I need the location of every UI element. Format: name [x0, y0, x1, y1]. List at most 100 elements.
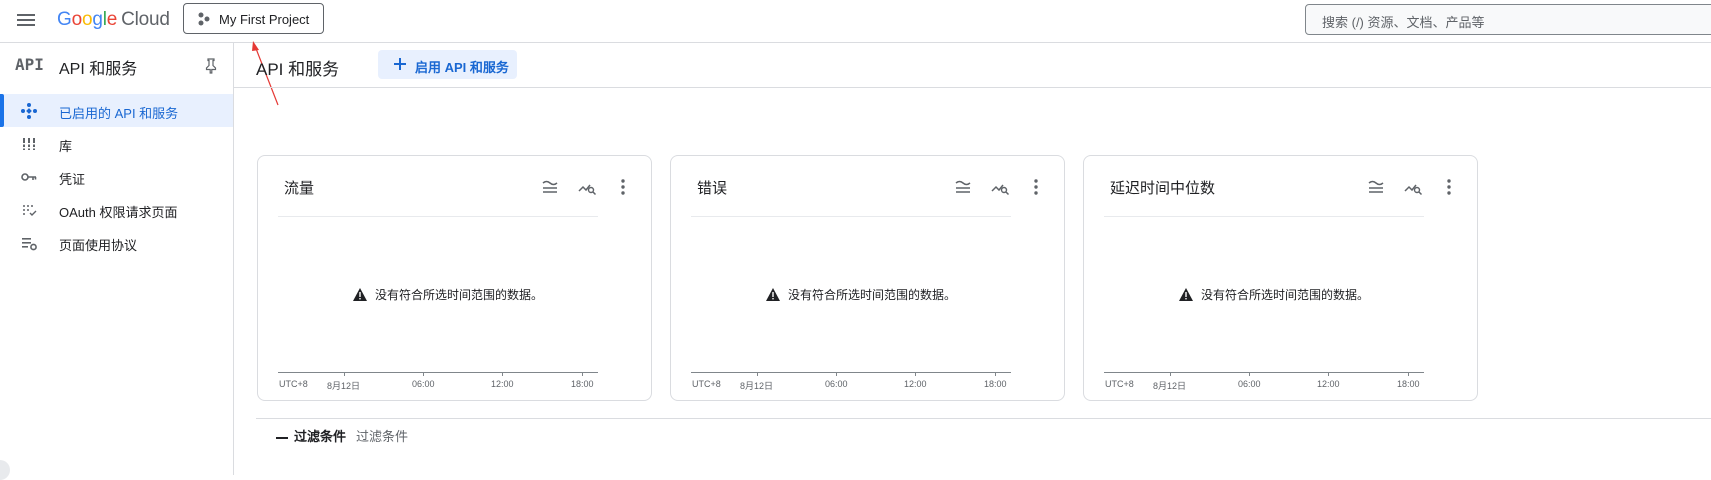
logo-letter: o	[71, 9, 83, 30]
header-divider	[234, 87, 1711, 88]
key-icon	[21, 173, 37, 181]
sidebar-item-label: 凭证	[59, 172, 86, 187]
pin-icon[interactable]	[204, 58, 218, 74]
axis-tick-label: 18:00	[1397, 379, 1420, 389]
sidebar-item-enabled-apis[interactable]: 已启用的 API 和服务	[0, 94, 233, 127]
google-cloud-logo[interactable]: Google Cloud	[57, 9, 170, 31]
axis-timezone-label: UTC+8	[692, 379, 721, 389]
logo-letter: e	[106, 9, 118, 30]
chart-x-axis	[1104, 372, 1424, 373]
explore-chart-icon[interactable]	[1403, 177, 1423, 197]
filter-input[interactable]: 过滤条件	[356, 429, 408, 444]
sidebar-item-library[interactable]: 库	[0, 127, 233, 160]
library-icon	[22, 138, 36, 150]
sidebar-item-credentials[interactable]: 凭证	[0, 160, 233, 193]
axis-timezone-label: UTC+8	[279, 379, 308, 389]
errors-card: 错误 没有符合所选时间范围的数据。 UTC+8 8月12日 06:00 12:0…	[670, 155, 1065, 401]
api-diamond-icon	[21, 103, 37, 119]
axis-tick-label: 06:00	[825, 379, 848, 389]
card-divider	[1104, 216, 1424, 217]
axis-tick	[1328, 372, 1329, 376]
axis-tick-label: 06:00	[412, 379, 435, 389]
table-divider	[256, 418, 1711, 419]
traffic-card: 流量 没有符合所选时间范围的数据。 UTC+8 8月12日 06:00 12:0…	[257, 155, 652, 401]
axis-tick	[1408, 372, 1409, 376]
legend-icon[interactable]	[1366, 177, 1386, 197]
no-data-message: 没有符合所选时间范围的数据。	[1104, 286, 1444, 303]
axis-tick-label: 8月12日	[327, 381, 361, 391]
project-name: My First Project	[219, 12, 310, 27]
no-data-text: 没有符合所选时间范围的数据。	[1200, 288, 1369, 302]
warning-icon	[1178, 288, 1193, 301]
filter-icon	[276, 436, 288, 439]
card-title: 错误	[697, 180, 728, 197]
axis-tick-label: 18:00	[984, 379, 1007, 389]
enable-apis-button[interactable]: 启用 API 和服务	[378, 50, 517, 79]
axis-tick	[1170, 372, 1171, 376]
chart-x-axis	[278, 372, 598, 373]
sidebar: API API 和服务 已启用的 API 和服务 库 凭证 OAuth 权限请求…	[0, 43, 234, 475]
axis-timezone-label: UTC+8	[1105, 379, 1134, 389]
explore-chart-icon[interactable]	[990, 177, 1010, 197]
axis-tick	[995, 372, 996, 376]
filter-bar[interactable]: 过滤条件 过滤条件	[276, 426, 408, 445]
axis-tick-label: 12:00	[904, 379, 927, 389]
axis-tick	[423, 372, 424, 376]
more-vert-icon[interactable]	[1439, 177, 1459, 197]
no-data-message: 没有符合所选时间范围的数据。	[278, 286, 618, 303]
axis-tick	[915, 372, 916, 376]
project-picker-button[interactable]: My First Project	[183, 3, 324, 34]
sidebar-title: API 和服务	[59, 61, 138, 78]
median-latency-card: 延迟时间中位数 没有符合所选时间范围的数据。 UTC+8 8月12日 06:00…	[1083, 155, 1478, 401]
warning-icon	[765, 288, 780, 301]
logo-letter: g	[92, 9, 103, 30]
axis-tick-label: 18:00	[571, 379, 594, 389]
explore-chart-icon[interactable]	[577, 177, 597, 197]
warning-icon	[352, 288, 367, 301]
no-data-message: 没有符合所选时间范围的数据。	[691, 286, 1031, 303]
logo-product: Cloud	[121, 9, 170, 30]
axis-tick	[582, 372, 583, 376]
page-title: API 和服务	[256, 60, 340, 79]
oauth-consent-icon	[23, 205, 37, 216]
axis-tick-label: 12:00	[491, 379, 514, 389]
card-title: 延迟时间中位数	[1110, 180, 1216, 197]
card-title: 流量	[284, 180, 315, 197]
axis-tick	[757, 372, 758, 376]
hamburger-menu-icon[interactable]	[16, 11, 36, 31]
page-usage-settings-icon	[22, 238, 37, 251]
chart-x-axis	[691, 372, 1011, 373]
sidebar-item-label: 库	[59, 139, 73, 154]
card-divider	[278, 216, 598, 217]
card-divider	[691, 216, 1011, 217]
axis-tick-label: 8月12日	[740, 381, 774, 391]
axis-tick	[1249, 372, 1250, 376]
plus-icon	[394, 58, 406, 70]
api-logo-icon: API	[15, 55, 44, 74]
axis-tick	[502, 372, 503, 376]
logo-letter: o	[81, 9, 93, 30]
sidebar-item-label: OAuth 权限请求页面	[59, 205, 178, 220]
axis-tick-label: 06:00	[1238, 379, 1261, 389]
sidebar-item-oauth-consent[interactable]: OAuth 权限请求页面	[0, 193, 233, 226]
sidebar-item-page-usage[interactable]: 页面使用协议	[0, 226, 233, 259]
no-data-text: 没有符合所选时间范围的数据。	[787, 288, 956, 302]
axis-tick-label: 8月12日	[1153, 381, 1187, 391]
logo-letter: G	[57, 9, 72, 30]
more-vert-icon[interactable]	[1026, 177, 1046, 197]
sidebar-item-label: 已启用的 API 和服务	[59, 106, 179, 121]
legend-icon[interactable]	[953, 177, 973, 197]
legend-icon[interactable]	[540, 177, 560, 197]
enable-apis-label: 启用 API 和服务	[415, 60, 509, 75]
axis-tick	[836, 372, 837, 376]
sidebar-header: API API 和服务	[0, 43, 233, 87]
no-data-text: 没有符合所选时间范围的数据。	[374, 288, 543, 302]
top-app-bar: Google Cloud My First Project 搜索 (/) 资源、文…	[0, 0, 1711, 43]
axis-tick	[344, 372, 345, 376]
axis-tick-label: 12:00	[1317, 379, 1340, 389]
project-dots-icon	[198, 12, 210, 26]
search-input[interactable]: 搜索 (/) 资源、文档、产品等	[1305, 4, 1711, 35]
filter-label: 过滤条件	[294, 429, 347, 444]
more-vert-icon[interactable]	[613, 177, 633, 197]
search-placeholder: 搜索 (/) 资源、文档、产品等	[1322, 15, 1485, 30]
